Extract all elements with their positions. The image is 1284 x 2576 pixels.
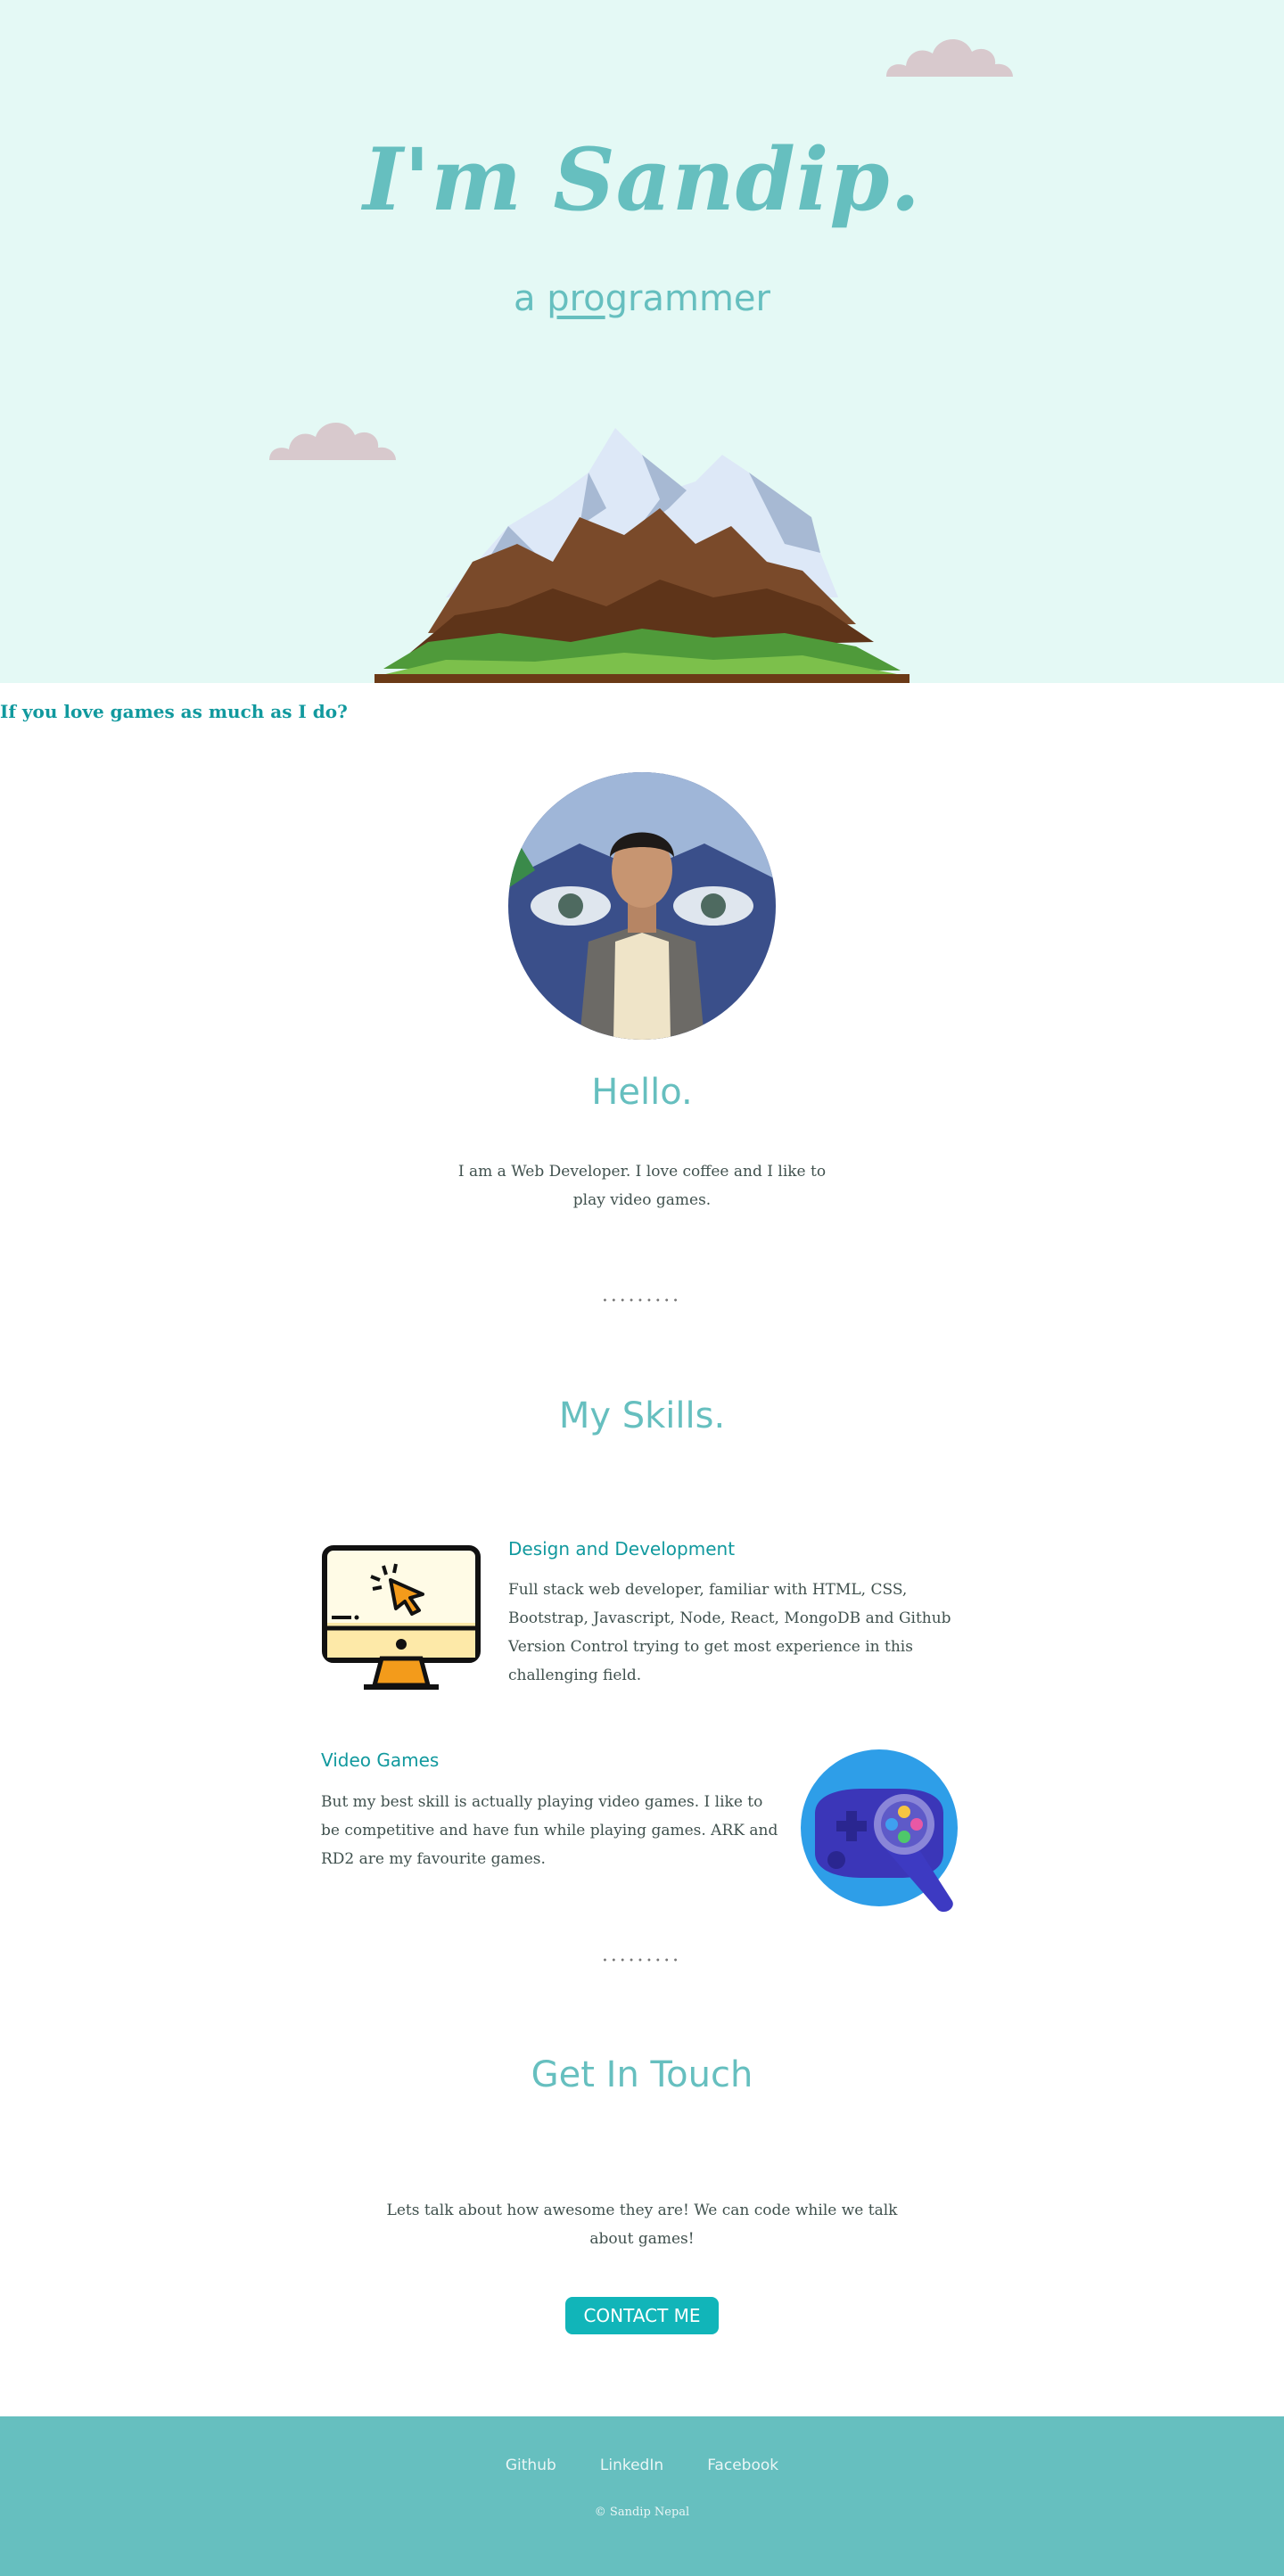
skill-title-games: Video Games: [321, 1749, 440, 1771]
footer-links: Github LinkedIn Facebook: [0, 2457, 1284, 2474]
hero-subtitle: a programmer: [0, 278, 1284, 319]
about-heading: Hello.: [591, 1072, 693, 1113]
mountain-illustration: [374, 428, 910, 683]
contact-me-button[interactable]: CONTACT ME: [565, 2297, 719, 2334]
skills-heading: My Skills.: [558, 1395, 726, 1436]
skill-text-design: Full stack web developer, familiar with …: [508, 1581, 951, 1684]
avatar: [508, 772, 776, 1040]
cloud-top-icon: [886, 38, 1013, 77]
divider-bottom: •••••••••: [602, 1956, 682, 1966]
about-text: I am a Web Developer. I love coffee and …: [457, 1163, 827, 1209]
contact-text: Lets talk about how awesome they are! We…: [386, 2202, 898, 2248]
copyright: © Sandip Nepal: [594, 2506, 690, 2519]
footer-link-linkedin[interactable]: LinkedIn: [600, 2457, 663, 2474]
skill-text-games: But my best skill is actually playing vi…: [321, 1793, 778, 1868]
hero-section: I'm Sandip. a programmer: [0, 0, 1284, 683]
divider-top: •••••••••: [602, 1296, 682, 1306]
skill-title-design: Design and Development: [508, 1538, 736, 1560]
gamepad-icon: [801, 1749, 958, 1913]
footer: Github LinkedIn Facebook © Sandip Nepal: [0, 2416, 1284, 2576]
profile-photo: [508, 772, 776, 1040]
hero-title: I'm Sandip.: [363, 129, 921, 230]
computer-icon: [322, 1545, 481, 1690]
contact-subheading: If you love games as much as I do?: [0, 701, 348, 722]
footer-link-github[interactable]: Github: [506, 2457, 556, 2474]
subtitle-prefix: a: [513, 278, 547, 319]
contact-heading: Get In Touch: [531, 2054, 753, 2095]
subtitle-underlined: pro: [547, 278, 605, 319]
footer-link-facebook[interactable]: Facebook: [707, 2457, 778, 2474]
subtitle-suffix: grammer: [605, 278, 770, 319]
